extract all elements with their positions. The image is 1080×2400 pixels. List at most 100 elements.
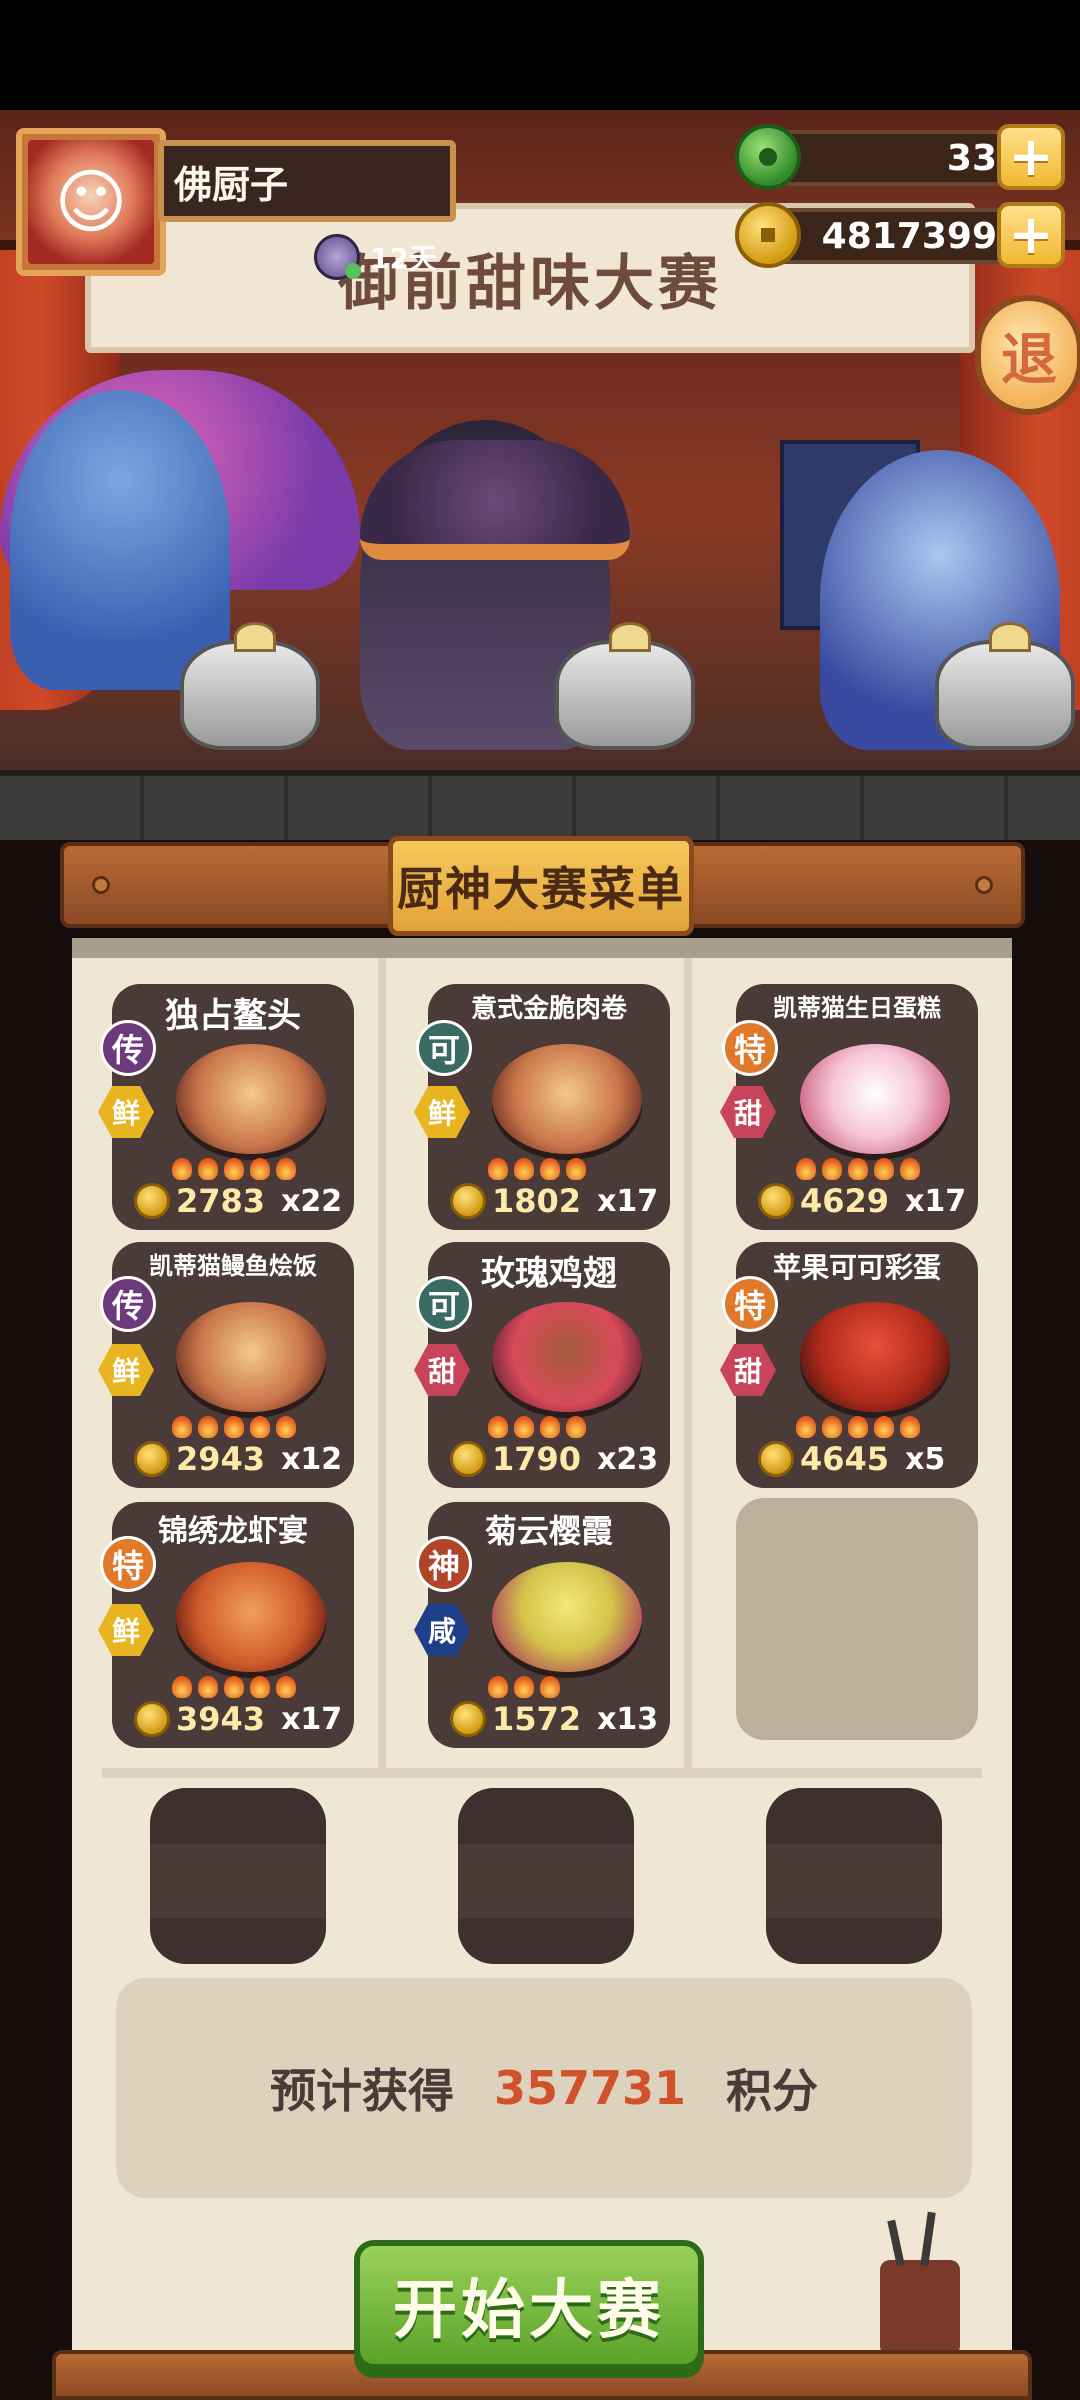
add-jade-button[interactable]: + — [997, 124, 1065, 190]
coin-icon — [758, 1441, 794, 1477]
dish-name: 意式金脆肉卷 — [470, 994, 627, 1024]
dish-quantity: x13 — [597, 1701, 659, 1737]
coin-icon — [758, 1183, 794, 1219]
forecast-prefix: 预计获得 — [269, 2064, 454, 2118]
dish-price-row: 1790 x23 — [450, 1440, 658, 1478]
coin-count: 4817399 — [821, 215, 997, 257]
score-forecast: 预计获得 357731 积分 — [116, 1978, 972, 2198]
jade-resource-bar: 33 + — [735, 124, 1065, 190]
forecast-suffix: 积分 — [726, 2064, 819, 2118]
player-name: 佛厨子 — [174, 162, 289, 207]
cooking-pot — [555, 622, 695, 750]
login-days: 12天 — [314, 234, 437, 280]
dish-price: 1790 — [492, 1440, 582, 1478]
rank-badge: 神 — [416, 1536, 472, 1592]
dish-quantity: x17 — [281, 1701, 343, 1737]
dish-price-row: 1572 x13 — [450, 1700, 658, 1738]
paper-top-edge — [72, 938, 1012, 958]
dish-image — [800, 1302, 950, 1412]
exit-button[interactable]: 退 — [975, 295, 1080, 415]
dish-image — [492, 1562, 642, 1672]
column-divider — [378, 958, 386, 1768]
flame-rating — [796, 1416, 920, 1438]
coin-track: 4817399 — [765, 208, 1015, 264]
flame-rating — [172, 1416, 296, 1438]
row-divider — [102, 1768, 982, 1778]
flame-rating — [488, 1416, 586, 1438]
chef-hat-middle — [360, 440, 630, 560]
dish-quantity: x17 — [905, 1183, 967, 1219]
selected-dish-slot[interactable] — [458, 1788, 634, 1964]
dish-price-row: 4629 x17 — [758, 1182, 966, 1220]
rank-badge: 可 — [416, 1020, 472, 1076]
plus-icon: + — [1008, 203, 1054, 266]
dish-price: 1802 — [492, 1182, 582, 1220]
empty-dish-slot — [736, 1498, 978, 1740]
dish-image — [176, 1562, 326, 1672]
flame-rating — [488, 1676, 560, 1698]
dish-name: 苹果可可彩蛋 — [772, 1251, 941, 1284]
jade-track: 33 — [765, 130, 1015, 186]
player-avatar-frame[interactable]: ☺ — [16, 128, 166, 276]
cooking-pot — [935, 622, 1075, 750]
dish-quantity: x22 — [281, 1183, 343, 1219]
flame-rating — [172, 1676, 296, 1698]
chef-character-left — [10, 390, 230, 690]
rank-badge: 传 — [100, 1020, 156, 1076]
coin-icon — [134, 1441, 170, 1477]
dish-quantity: x23 — [597, 1441, 659, 1477]
dish-price-row: 3943 x17 — [134, 1700, 342, 1738]
selected-dish-slot[interactable] — [150, 1788, 326, 1964]
coin-icon — [134, 1183, 170, 1219]
coin-icon — [450, 1183, 486, 1219]
dish-quantity: x17 — [597, 1183, 659, 1219]
dish-price: 1572 — [492, 1700, 582, 1738]
selected-dish-slot[interactable] — [766, 1788, 942, 1964]
dish-price-row: 1802 x17 — [450, 1182, 658, 1220]
menu-title: 厨神大赛菜单 — [397, 862, 685, 916]
start-contest-button[interactable]: 开始大赛 — [354, 2240, 704, 2370]
cooking-pot — [180, 622, 320, 750]
flame-rating — [172, 1158, 296, 1180]
dish-price-row: 2943 x12 — [134, 1440, 342, 1478]
dish-price-row: 4645 x5 — [758, 1440, 945, 1478]
dish-price: 2783 — [176, 1182, 266, 1220]
dish-name: 凯蒂猫生日蛋糕 — [773, 994, 941, 1022]
rail-rivet — [92, 876, 110, 894]
start-contest-label: 开始大赛 — [393, 2274, 665, 2348]
dish-image — [492, 1044, 642, 1154]
player-name-plate: 佛厨子 — [158, 140, 456, 222]
rank-badge: 可 — [416, 1276, 472, 1332]
days-text: 12天 — [370, 242, 437, 275]
dish-price-row: 2783 x22 — [134, 1182, 342, 1220]
dish-price: 2943 — [176, 1440, 266, 1478]
add-coin-button[interactable]: + — [997, 202, 1065, 268]
dish-name: 锦绣龙虾宴 — [158, 1514, 308, 1549]
dish-image — [492, 1302, 642, 1412]
avatar: ☺ — [28, 140, 154, 264]
coin-icon — [735, 202, 801, 268]
coin-resource-bar: 4817399 + — [735, 202, 1065, 268]
column-divider — [684, 958, 692, 1768]
coin-icon — [450, 1701, 486, 1737]
exit-label: 退 — [1001, 327, 1057, 393]
coin-icon — [134, 1701, 170, 1737]
dish-price: 4629 — [800, 1182, 890, 1220]
buddy-avatar-icon — [314, 234, 361, 280]
coin-icon — [450, 1441, 486, 1477]
flame-rating — [488, 1158, 586, 1180]
dish-name: 凯蒂猫鳗鱼烩饭 — [149, 1252, 317, 1280]
flame-rating — [796, 1158, 920, 1180]
rank-badge: 特 — [722, 1020, 778, 1076]
dish-price: 4645 — [800, 1440, 890, 1478]
dish-price: 3943 — [176, 1700, 266, 1738]
dish-quantity: x5 — [905, 1441, 946, 1477]
dish-image — [176, 1302, 326, 1412]
rank-badge: 特 — [100, 1536, 156, 1592]
jade-count: 33 — [946, 137, 997, 179]
rail-rivet — [975, 876, 993, 894]
rank-badge: 传 — [100, 1276, 156, 1332]
plus-icon: + — [1008, 125, 1054, 188]
dish-image — [176, 1044, 326, 1154]
status-bar — [0, 0, 1080, 110]
